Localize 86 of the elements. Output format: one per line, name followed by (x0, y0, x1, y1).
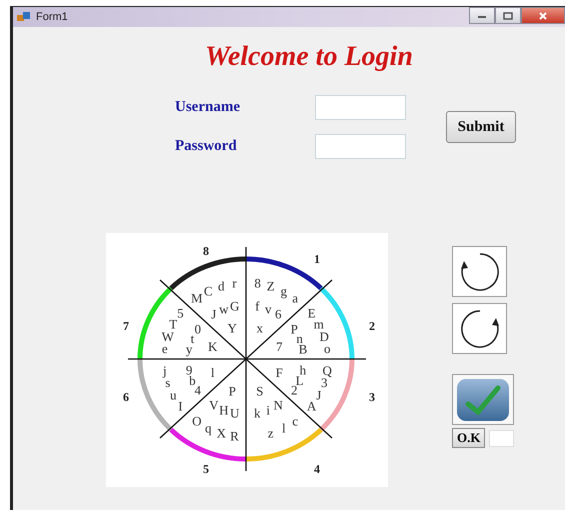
sector-number: 4 (314, 462, 320, 476)
wheel-letter: t (190, 331, 194, 346)
input-field[interactable] (315, 134, 406, 159)
wheel-letter: x (256, 320, 264, 336)
wheel-letter: j (163, 362, 167, 378)
wheel-letter: c (292, 414, 298, 429)
sector-number: 2 (369, 319, 375, 333)
wheel-letter: i (266, 402, 270, 418)
close-button[interactable] (521, 7, 565, 24)
input-field[interactable] (489, 430, 514, 446)
wheel-letter: O (192, 414, 202, 429)
maximize-button[interactable] (495, 7, 521, 24)
submit-button[interactable]: Submit (446, 111, 516, 143)
sector-number: 1 (314, 252, 320, 266)
wheel-letter: r (232, 276, 237, 291)
input-field[interactable] (315, 95, 406, 120)
wheel-letter: a (292, 290, 298, 306)
sector-number: 8 (203, 244, 209, 258)
wheel-letter: Y (228, 320, 237, 336)
wheel-letter: m (314, 316, 324, 332)
wheel-letter: P (290, 322, 298, 337)
wheel-letter: K (208, 339, 218, 354)
wheel-letter: U (230, 406, 240, 420)
wheel-letter: v (264, 302, 272, 317)
wheel-letter: z (268, 426, 274, 440)
wheel-letter: 2 (290, 382, 298, 398)
confirm-button[interactable] (452, 374, 514, 425)
wheel-letter: s (165, 375, 170, 390)
wheel-letter: J (316, 388, 322, 402)
wheel-letter: R (230, 428, 239, 444)
sector-number: 5 (203, 462, 209, 476)
sector-number: 6 (123, 390, 129, 404)
field-label: Username (175, 99, 241, 116)
checkmark-icon (456, 378, 510, 422)
wheel-letter: e (162, 341, 168, 356)
wheel-letter: V (209, 397, 218, 412)
wheel-letter: D (320, 328, 329, 344)
wheel-letter: F (276, 365, 283, 380)
wheel-letter: o (324, 341, 330, 356)
sector-number: 3 (369, 390, 375, 404)
rotate-left-button[interactable] (452, 246, 507, 297)
wheel-letter: N (274, 397, 283, 412)
wheel-letter: C (204, 284, 213, 299)
wheel-letter: 7 (276, 339, 283, 354)
field-label: Password (175, 138, 238, 155)
window-title: Form1 (36, 11, 68, 23)
wheel-letter: W (162, 328, 174, 344)
close-icon (538, 12, 548, 20)
wheel-letter: Z (266, 278, 275, 294)
wheel-letter: A (306, 398, 316, 414)
wheel-letter: J (211, 306, 216, 322)
wheel-letter: I (178, 398, 183, 414)
wheel-letter: n (296, 331, 303, 346)
wheel-letter: 4 (194, 382, 202, 398)
wheel-letter: S (256, 383, 264, 398)
wheel-letter: M (191, 290, 203, 306)
rotate-right-button[interactable] (452, 303, 507, 354)
wheel-letter: q (204, 420, 212, 436)
wheel-letter: w (219, 302, 228, 317)
wheel-letter: l (210, 365, 214, 380)
wheel-letter: 3 (320, 375, 328, 390)
wheel-letter: 0 (194, 322, 202, 337)
wheel-letter: g (280, 284, 288, 299)
wheel-letter: 6 (274, 306, 282, 322)
ok-button[interactable]: O.K (452, 428, 486, 448)
wheel-letter: h (300, 362, 306, 378)
wheel-letter: P (228, 383, 236, 398)
wheel-letter: l (282, 420, 286, 436)
wheel-letter: X (216, 426, 226, 440)
wheel-letter: k (254, 406, 261, 420)
wheel-letter: T (169, 316, 178, 332)
wheel-letter: Q (322, 362, 332, 378)
sector-number: 7 (123, 319, 129, 333)
wheel-letter: H (219, 402, 228, 418)
wheel-letter: G (230, 298, 240, 314)
wheel-letter: d (218, 278, 225, 294)
wheel-letter: f (255, 298, 260, 314)
heading: Welcome to Login (205, 41, 413, 72)
wheel-letter: E (308, 306, 316, 321)
wheel-letter: u (170, 388, 176, 402)
wheel-letter: 5 (177, 306, 184, 321)
app-icon (17, 11, 31, 23)
wheel-letter: 8 (254, 276, 261, 291)
maximize-icon (503, 12, 513, 20)
minimize-button[interactable] (469, 7, 495, 24)
wheel-letter: y (186, 341, 192, 356)
